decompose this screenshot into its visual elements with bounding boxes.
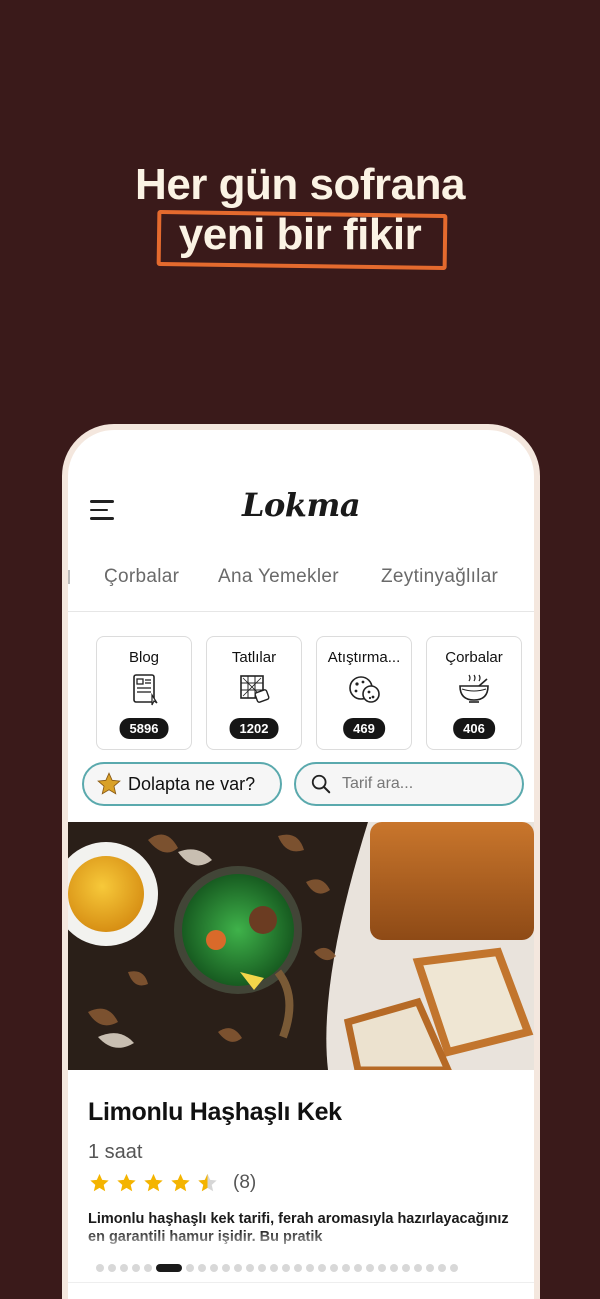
carousel-dot[interactable]	[390, 1264, 398, 1272]
tile-label: Atıştırma...	[327, 649, 401, 666]
tile-corbalar[interactable]: Çorbalar 406	[426, 636, 522, 750]
app-header: Lokma	[68, 430, 534, 550]
carousel-dot-active[interactable]	[156, 1264, 182, 1272]
tile-label: Çorbalar	[445, 649, 503, 666]
tile-count: 5896	[119, 718, 169, 739]
carousel-dot[interactable]	[342, 1264, 350, 1272]
fridge-button[interactable]: Dolapta ne var?	[82, 762, 282, 806]
tile-tatlilar[interactable]: Tatlılar 1202	[206, 636, 302, 750]
carousel-dot[interactable]	[366, 1264, 374, 1272]
tile-next-partial[interactable]	[536, 636, 540, 750]
carousel-dot[interactable]	[414, 1264, 422, 1272]
star-full-icon	[144, 1173, 163, 1192]
phone-mockup: Lokma Çorbalar Ana Yemekler Zeytinyağlıl…	[62, 424, 540, 1299]
tile-count: 406	[453, 718, 495, 739]
category-tiles: Blog 5896 Tatlılar 1202 Atıştırma... 469…	[96, 630, 540, 750]
tile-label: Blog	[128, 649, 160, 666]
headline-highlight-frame	[156, 209, 448, 271]
carousel-dot[interactable]	[318, 1264, 326, 1272]
featured-recipe-image[interactable]	[68, 822, 534, 1070]
carousel-dot[interactable]	[120, 1264, 128, 1272]
carousel-dot[interactable]	[186, 1264, 194, 1272]
fridge-button-label: Dolapta ne var?	[128, 773, 256, 794]
headline-line2-wrap: yeni bir fikir	[156, 209, 448, 271]
tile-blog[interactable]: Blog 5896	[96, 636, 192, 750]
carousel-dot[interactable]	[450, 1264, 458, 1272]
carousel-dot[interactable]	[282, 1264, 290, 1272]
star-half-icon	[198, 1173, 217, 1192]
carousel-dot[interactable]	[198, 1264, 206, 1272]
dessert-tray-icon	[240, 675, 270, 703]
star-full-icon	[90, 1173, 109, 1192]
tile-atistirmalik[interactable]: Atıştırma... 469	[316, 636, 412, 750]
carousel-dot[interactable]	[294, 1264, 302, 1272]
soup-bowl-icon	[459, 674, 489, 703]
app-logo: Lokma	[241, 486, 361, 524]
star-icon	[97, 772, 121, 795]
recipe-photo	[68, 822, 534, 1070]
carousel-dot[interactable]	[258, 1264, 266, 1272]
cookies-icon	[349, 676, 380, 703]
next-recipe-cards	[68, 1282, 534, 1299]
carousel-dot[interactable]	[108, 1264, 116, 1272]
carousel-dot[interactable]	[438, 1264, 446, 1272]
carousel-dot[interactable]	[270, 1264, 278, 1272]
carousel-dot[interactable]	[96, 1264, 104, 1272]
rating-count: (8)	[233, 1172, 257, 1193]
tab-corbalar[interactable]: Çorbalar	[104, 566, 179, 588]
featured-recipe-card[interactable]: Limonlu Haşhaşlı Kek 1 saat (8) Limonlu …	[68, 1070, 534, 1246]
carousel-dot[interactable]	[426, 1264, 434, 1272]
carousel-dot[interactable]	[246, 1264, 254, 1272]
carousel-dot[interactable]	[234, 1264, 242, 1272]
tile-count: 1202	[229, 718, 279, 739]
carousel-dots	[96, 1262, 516, 1274]
star-full-icon	[117, 1173, 136, 1192]
category-tabs: Çorbalar Ana Yemekler Zeytinyağlılar	[68, 566, 534, 612]
carousel-dot[interactable]	[132, 1264, 140, 1272]
tile-label: Tatlılar	[231, 649, 277, 666]
recipe-rating: (8)	[88, 1172, 514, 1194]
recipe-duration: 1 saat	[88, 1141, 143, 1163]
search-input[interactable]	[342, 775, 512, 793]
carousel-dot[interactable]	[144, 1264, 152, 1272]
carousel-dot[interactable]	[306, 1264, 314, 1272]
carousel-dot[interactable]	[378, 1264, 386, 1272]
search-icon	[311, 774, 331, 794]
search-bar[interactable]	[294, 762, 524, 806]
star-full-icon	[171, 1173, 190, 1192]
carousel-dot[interactable]	[402, 1264, 410, 1272]
prev-tab-edge	[68, 570, 72, 584]
blog-document-icon	[133, 674, 158, 706]
hero-headline: Her gün sofrana yeni bir fikir	[0, 160, 600, 271]
tab-zeytinyaglilar[interactable]: Zeytinyağlılar	[381, 566, 498, 588]
carousel-dot[interactable]	[222, 1264, 230, 1272]
recipe-description: Limonlu haşhaşlı kek tarifi, ferah aroma…	[88, 1211, 509, 1245]
headline-line1: Her gün sofrana	[135, 160, 465, 209]
carousel-dot[interactable]	[210, 1264, 218, 1272]
recipe-title[interactable]: Limonlu Haşhaşlı Kek	[88, 1098, 514, 1127]
tab-ana-yemekler[interactable]: Ana Yemekler	[218, 566, 339, 588]
carousel-dot[interactable]	[330, 1264, 338, 1272]
carousel-dot[interactable]	[354, 1264, 362, 1272]
tile-count: 469	[343, 718, 385, 739]
